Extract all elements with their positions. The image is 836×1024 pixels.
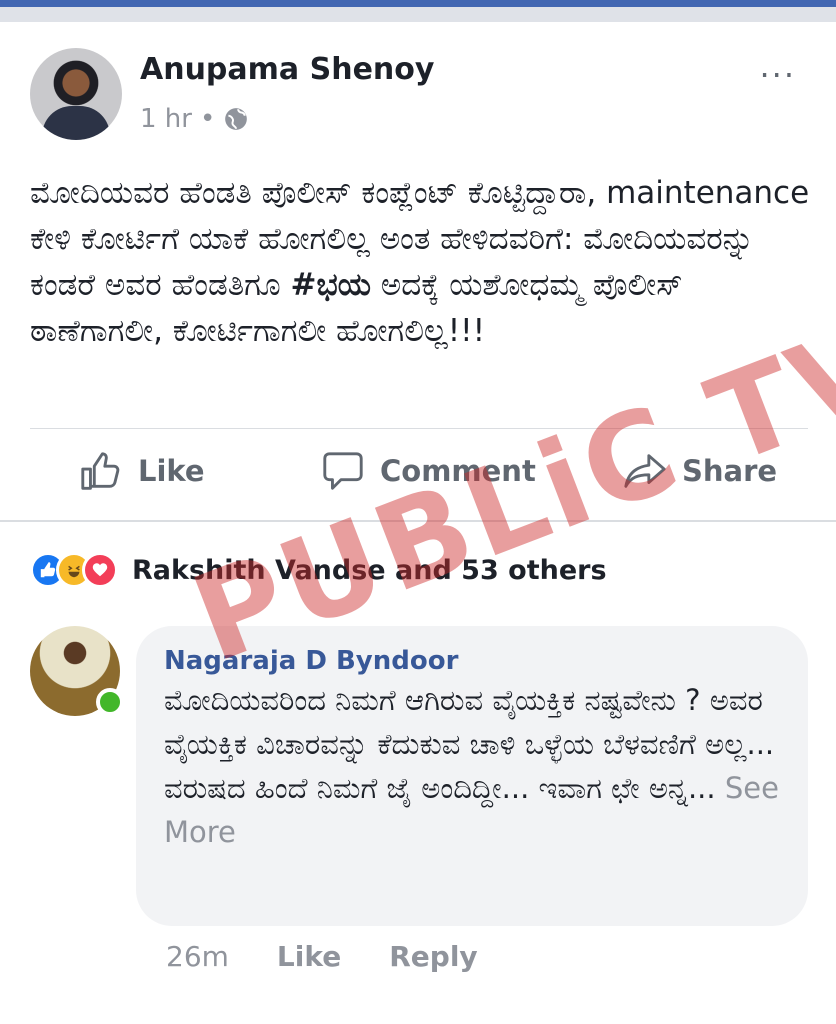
author-avatar[interactable] (30, 48, 122, 140)
like-label: Like (138, 454, 205, 488)
reactions-summary[interactable]: Rakshith Vandse and 53 others (132, 555, 607, 586)
share-arrow-icon (624, 454, 666, 488)
comment-reply-button[interactable]: Reply (389, 940, 477, 973)
share-button[interactable]: Share (622, 448, 777, 494)
thumbs-up-icon (81, 452, 120, 490)
post-text: ಮೋದಿಯವರ ಹೆಂಡತಿ ಪೊಲೀಸ್ ಕಂಪ್ಲೆಂಟ್ ಕೊಟ್ಟಿದ್… (30, 170, 816, 354)
globe-icon (225, 108, 248, 130)
section-divider (0, 520, 836, 522)
reactions-bar[interactable]: Rakshith Vandse and 53 others (30, 550, 607, 590)
meta-separator: • (199, 104, 216, 134)
comment-body: ಮೋದಿಯವರಿಂದ ನಿಮಗೆ ಆಗಿರುವ ವೈಯಕ್ತಿಕ ನಷ್ಟವೇನ… (164, 683, 775, 805)
post-header: Anupama Shenoy 1 hr • ··· (30, 48, 810, 148)
comment-bubble: Nagaraja D Byndoor ಮೋದಿಯವರಿಂದ ನಿಮಗೆ ಆಗಿರ… (136, 626, 808, 926)
post-actions: Like Comment Share (0, 440, 836, 512)
love-icon (82, 552, 118, 588)
comment-label: Comment (380, 454, 536, 488)
post-meta: 1 hr • (140, 104, 249, 134)
comment-button[interactable]: Comment (320, 448, 536, 494)
online-status-dot (96, 688, 124, 716)
avatar-figure (42, 106, 110, 140)
comment-like-button[interactable]: Like (277, 940, 341, 973)
brand-stripe (0, 0, 836, 7)
author-name[interactable]: Anupama Shenoy (140, 52, 434, 87)
post-time[interactable]: 1 hr (140, 104, 192, 134)
share-label: Share (682, 454, 778, 488)
hashtag-link[interactable]: #ಭಯ (291, 267, 371, 303)
comment-time: 26m (166, 940, 229, 973)
like-button[interactable]: Like (78, 448, 205, 494)
comment-footer: 26m Like Reply (166, 940, 478, 973)
comment-text: ಮೋದಿಯವರಿಂದ ನಿಮಗೆ ಆಗಿರುವ ವೈಯಕ್ತಿಕ ನಷ್ಟವೇನ… (164, 678, 784, 854)
comment-icon (323, 452, 363, 490)
more-options-icon[interactable]: ··· (759, 56, 796, 94)
divider (30, 428, 808, 429)
top-bar (0, 0, 836, 22)
commenter-name[interactable]: Nagaraja D Byndoor (164, 646, 458, 676)
